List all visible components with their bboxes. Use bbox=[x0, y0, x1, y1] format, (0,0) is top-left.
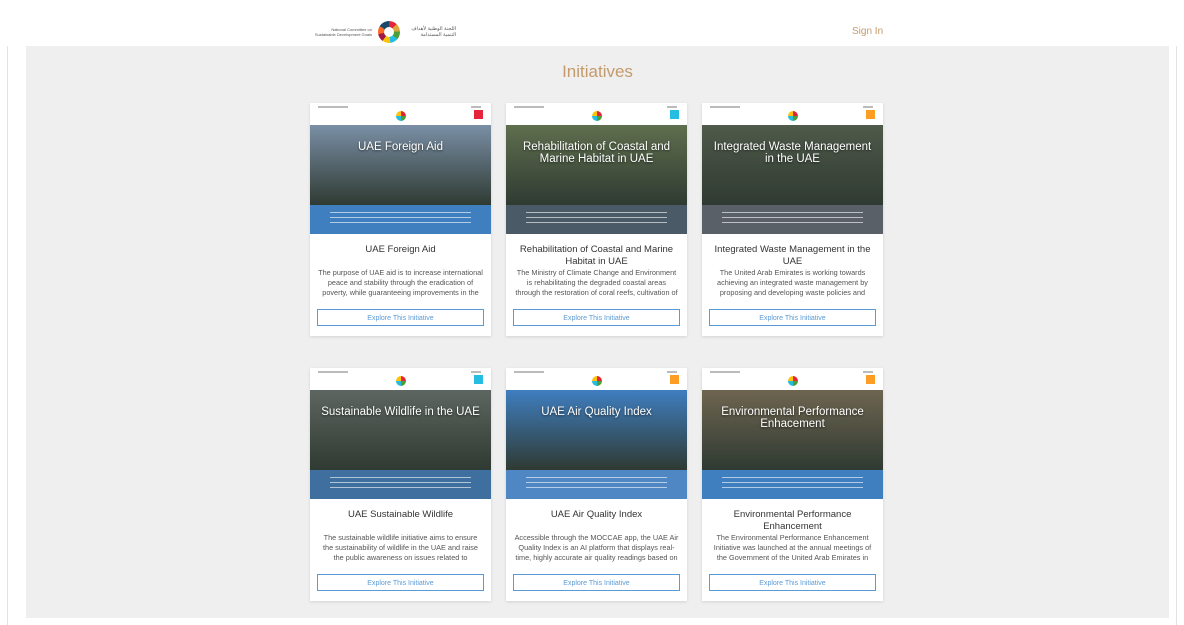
explore-initiative-button[interactable]: Explore This Initiative bbox=[513, 574, 680, 591]
thumbnail-photo bbox=[702, 125, 883, 205]
initiative-card[interactable]: UAE Air Quality Index UAE Air Quality In… bbox=[506, 368, 687, 601]
thumbnail-footer bbox=[506, 205, 687, 234]
thumbnail-footer bbox=[702, 205, 883, 234]
thumbnail-title: UAE Air Quality Index bbox=[541, 406, 652, 418]
explore-initiative-button[interactable]: Explore This Initiative bbox=[513, 309, 680, 326]
thumbnail-photo bbox=[310, 390, 491, 470]
explore-initiative-button[interactable]: Explore This Initiative bbox=[317, 574, 484, 591]
initiative-card[interactable]: Integrated Waste Management in the UAE I… bbox=[702, 103, 883, 336]
initiative-description: The United Arab Emirates is working towa… bbox=[717, 268, 868, 297]
initiative-name: UAE Air Quality Index bbox=[550, 509, 643, 520]
logo-mark-icon bbox=[378, 21, 400, 43]
initiative-description: The sustainable wildlife initiative aims… bbox=[323, 533, 478, 562]
sdg-badge-icon bbox=[474, 375, 483, 384]
thumbnail-header bbox=[702, 368, 883, 390]
thumbnail-photo bbox=[506, 125, 687, 205]
explore-initiative-button[interactable]: Explore This Initiative bbox=[709, 309, 876, 326]
initiative-card[interactable]: UAE Foreign Aid UAE Foreign Aid The purp… bbox=[310, 103, 491, 336]
thumbnail-header bbox=[506, 368, 687, 390]
initiative-thumbnail[interactable]: UAE Foreign Aid bbox=[310, 103, 491, 234]
thumbnail-photo bbox=[310, 125, 491, 205]
initiative-thumbnail[interactable]: Rehabilitation of Coastal and Marine Hab… bbox=[506, 103, 687, 234]
thumbnail-title: Sustainable Wildlife in the UAE bbox=[321, 406, 480, 418]
logo-mark-icon bbox=[592, 111, 602, 121]
thumbnail-title: UAE Foreign Aid bbox=[357, 141, 443, 153]
initiative-thumbnail[interactable]: Environmental Performance Enhacement bbox=[702, 368, 883, 499]
thumbnail-photo bbox=[702, 390, 883, 470]
explore-initiative-button[interactable]: Explore This Initiative bbox=[709, 574, 876, 591]
initiative-card[interactable]: Sustainable Wildlife in the UAE UAE Sust… bbox=[310, 368, 491, 601]
thumbnail-title: Environmental Performance Enhacement bbox=[721, 406, 864, 430]
site-logo[interactable]: National Committee on Sustainable Develo… bbox=[310, 20, 456, 44]
thumbnail-footer bbox=[310, 205, 491, 234]
sdg-badge-icon bbox=[866, 375, 875, 384]
initiative-description: The purpose of UAE aid is to increase in… bbox=[318, 268, 483, 297]
explore-initiative-button[interactable]: Explore This Initiative bbox=[317, 309, 484, 326]
logo-mark-icon bbox=[396, 376, 406, 386]
logo-mark-icon bbox=[788, 111, 798, 121]
initiative-name: Environmental Performance Enhancement bbox=[733, 509, 852, 532]
thumbnail-title: Rehabilitation of Coastal and Marine Hab… bbox=[522, 141, 671, 165]
sign-in-link[interactable]: Sign In bbox=[852, 26, 883, 37]
top-bar: National Committee on Sustainable Develo… bbox=[0, 0, 1184, 46]
initiative-card[interactable]: Environmental Performance Enhacement Env… bbox=[702, 368, 883, 601]
initiative-description: The Ministry of Climate Change and Envir… bbox=[515, 268, 678, 297]
sdg-badge-icon bbox=[670, 375, 679, 384]
initiative-description: Accessible through the MOCCAE app, the U… bbox=[514, 533, 679, 562]
thumbnail-footer bbox=[310, 470, 491, 499]
initiative-name: UAE Foreign Aid bbox=[365, 244, 436, 255]
initiative-name: Rehabilitation of Coastal and Marine Hab… bbox=[519, 244, 674, 267]
thumbnail-header bbox=[506, 103, 687, 125]
thumbnail-header bbox=[310, 103, 491, 125]
thumbnail-footer bbox=[702, 470, 883, 499]
initiative-name: Integrated Waste Management in the UAE bbox=[714, 244, 871, 267]
logo-text-en: National Committee on Sustainable Develo… bbox=[314, 27, 372, 37]
sdg-badge-icon bbox=[474, 110, 483, 119]
initiative-thumbnail[interactable]: Integrated Waste Management in the UAE bbox=[702, 103, 883, 234]
initiative-description: The Environmental Performance Enhancemen… bbox=[713, 533, 872, 562]
logo-mark-icon bbox=[592, 376, 602, 386]
thumbnail-header bbox=[310, 368, 491, 390]
thumbnail-photo bbox=[506, 390, 687, 470]
sdg-badge-icon bbox=[670, 110, 679, 119]
main-content: Initiatives UAE Foreign Aid UAE Foreign … bbox=[26, 46, 1169, 618]
initiative-card[interactable]: Rehabilitation of Coastal and Marine Hab… bbox=[506, 103, 687, 336]
page-title: Initiatives bbox=[562, 62, 633, 81]
logo-text-ar: اللجنة الوطنية لأهداف التنمية المستدامة bbox=[411, 26, 456, 38]
initiative-thumbnail[interactable]: UAE Air Quality Index bbox=[506, 368, 687, 499]
logo-mark-icon bbox=[396, 111, 406, 121]
thumbnail-title: Integrated Waste Management in the UAE bbox=[713, 141, 872, 165]
sdg-badge-icon bbox=[866, 110, 875, 119]
thumbnail-footer bbox=[506, 470, 687, 499]
initiative-thumbnail[interactable]: Sustainable Wildlife in the UAE bbox=[310, 368, 491, 499]
thumbnail-header bbox=[702, 103, 883, 125]
initiative-name: UAE Sustainable Wildlife bbox=[347, 509, 454, 520]
logo-mark-icon bbox=[788, 376, 798, 386]
